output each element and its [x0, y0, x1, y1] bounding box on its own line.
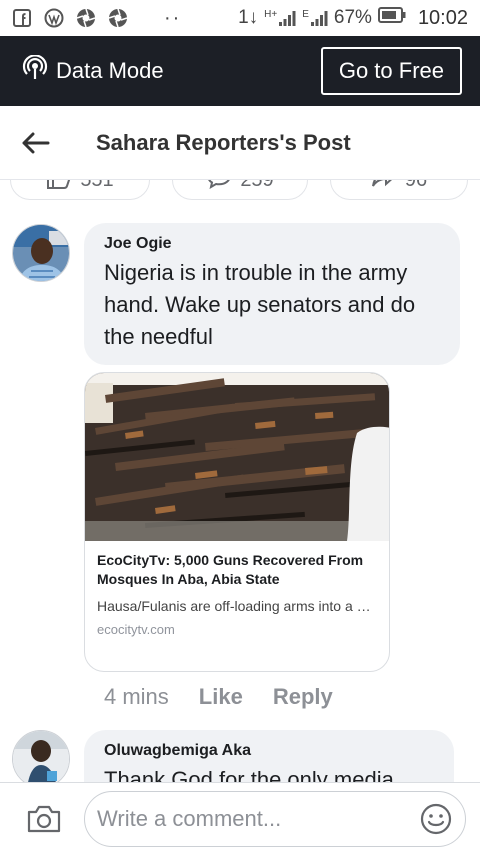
- go-to-free-button[interactable]: Go to Free: [320, 47, 462, 95]
- share-count: 96: [405, 180, 427, 192]
- avatar-photo: [13, 731, 69, 787]
- facebook-icon: [12, 8, 32, 28]
- comment-icon: [206, 180, 232, 195]
- data-mode-label: Data Mode: [56, 58, 164, 83]
- broadcast-icon: [22, 54, 48, 87]
- comment-input[interactable]: [97, 805, 419, 832]
- smiley-icon: [420, 803, 452, 834]
- signal-e-icon: E: [302, 9, 328, 27]
- back-button[interactable]: [18, 125, 54, 161]
- post-header: Sahara Reporters's Post: [0, 106, 480, 180]
- comment-composer: [0, 782, 480, 854]
- comment-author[interactable]: Oluwagbemiga Aka: [104, 742, 434, 760]
- guns-photo: [85, 373, 389, 541]
- post-reaction-bar: 551 259 96: [0, 180, 480, 202]
- link-description: Hausa/Fulanis are off-loading arms into …: [97, 598, 377, 614]
- link-preview-card[interactable]: EcoCityTv: 5,000 Guns Recovered From Mos…: [84, 372, 390, 672]
- battery-icon: [377, 7, 406, 29]
- wordpress-icon: [44, 8, 64, 28]
- link-title: EcoCityTv: 5,000 Guns Recovered From Mos…: [97, 552, 364, 587]
- avatar-photo: [13, 225, 69, 281]
- comment-count: 259: [240, 180, 273, 192]
- share-count-pill[interactable]: 96: [330, 180, 468, 200]
- comment-timestamp: 4 mins: [104, 684, 169, 709]
- comment-count-pill[interactable]: 259: [172, 180, 308, 200]
- comment-actions: 4 mins Like Reply: [104, 684, 333, 710]
- status-bar: ·· 1↓ H+ E 67% 10:02: [0, 0, 480, 36]
- like-button[interactable]: Like: [199, 684, 243, 710]
- comment-bubble: Joe Ogie Nigeria is in trouble in the ar…: [84, 223, 460, 365]
- share-icon: [371, 180, 397, 195]
- data-mode-bar: Data Mode Go to Free: [0, 36, 480, 106]
- link-domain: ecocitytv.com: [97, 622, 175, 637]
- avatar[interactable]: [12, 730, 70, 788]
- like-count-pill[interactable]: 551: [10, 180, 150, 200]
- page-title: Sahara Reporters's Post: [96, 129, 351, 155]
- data-mode-indicator[interactable]: Data Mode: [22, 54, 164, 87]
- notification-dots: ··: [164, 6, 182, 29]
- battery-percent: 67%: [333, 7, 372, 28]
- comment-author[interactable]: Joe Ogie: [104, 235, 440, 253]
- back-arrow-icon: [22, 132, 50, 153]
- camera-icon: [27, 805, 61, 832]
- like-count: 551: [80, 180, 113, 192]
- network-activity: 1↓: [238, 7, 259, 28]
- comment-text: Nigeria is in trouble in the army hand. …: [104, 260, 416, 349]
- thumbs-up-icon: [46, 180, 72, 195]
- clock: 10:02: [417, 6, 468, 29]
- signal-h-icon: H+: [264, 9, 296, 27]
- aperture-icon: [76, 8, 96, 28]
- comment-input-wrapper: [84, 790, 466, 847]
- aperture-icon: [108, 8, 128, 28]
- emoji-button[interactable]: [419, 802, 453, 836]
- reply-button[interactable]: Reply: [273, 684, 333, 710]
- camera-button[interactable]: [26, 803, 62, 835]
- avatar[interactable]: [12, 224, 70, 282]
